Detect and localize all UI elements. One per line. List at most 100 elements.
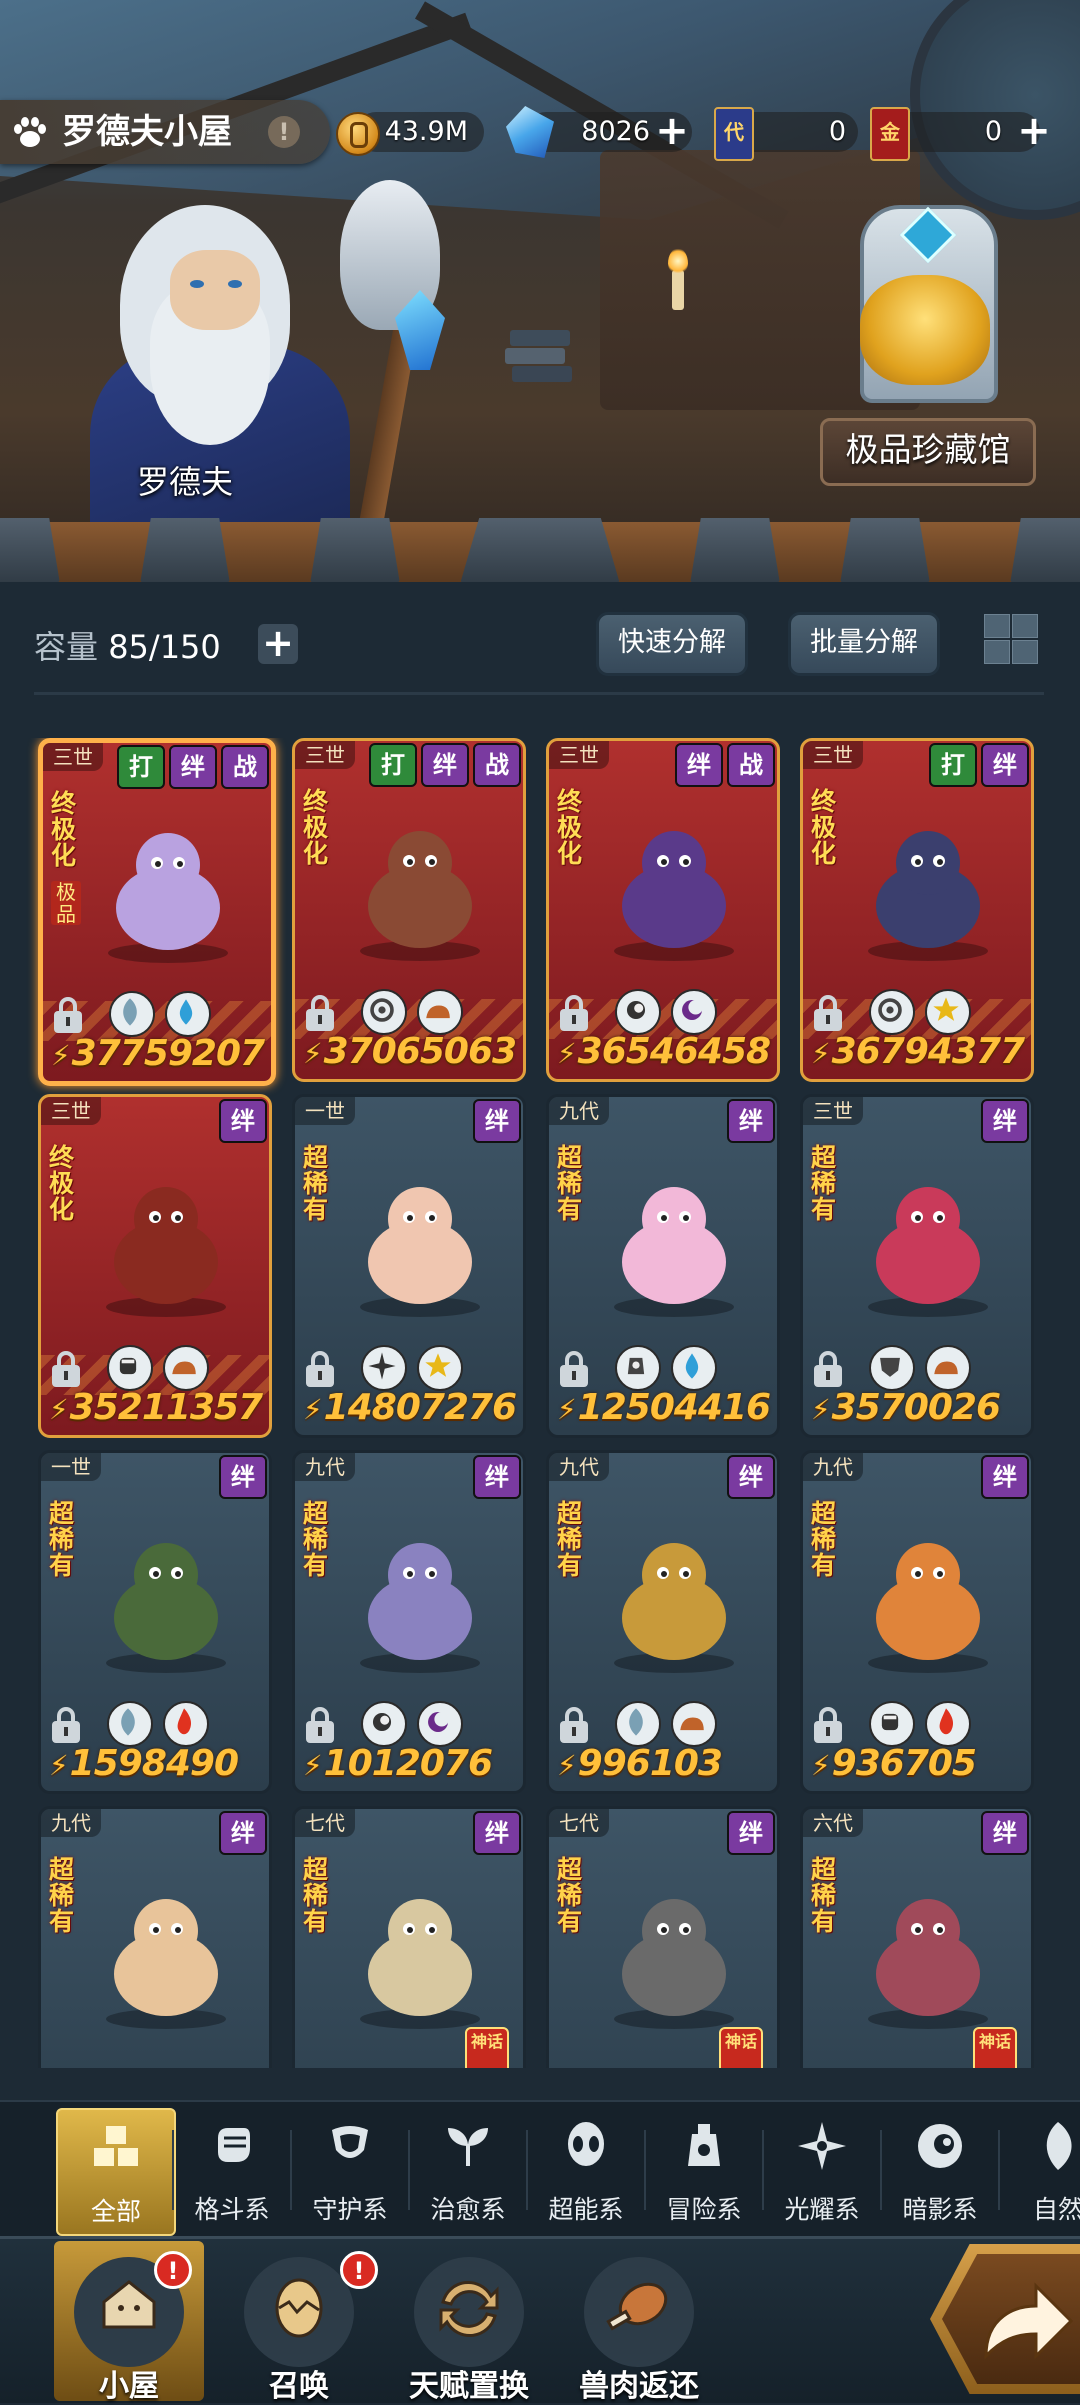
scene-background: 罗德夫 极品珍藏馆 — [0, 0, 1080, 590]
fist-icon — [107, 1345, 153, 1391]
filter-eye[interactable]: 暗影系 — [882, 2108, 998, 2232]
monster-card[interactable]: 六代 绊 超稀有 神话 — [800, 1806, 1034, 2068]
card-tags: 绊 — [981, 1811, 1029, 1855]
filter-all[interactable]: 全部 — [56, 2108, 176, 2236]
lock-icon[interactable] — [49, 1705, 83, 1745]
generation-label: 三世 — [41, 1097, 101, 1125]
lock-icon[interactable] — [557, 993, 591, 1033]
card-tag: 绊 — [981, 1455, 1029, 1499]
grid-view-icon[interactable] — [984, 614, 1040, 666]
monster-card[interactable]: 三世打绊战 终极化 ⚡37065063 — [292, 738, 526, 1082]
generation-label: 三世 — [43, 743, 103, 771]
nav-swap[interactable]: 天赋置换 — [394, 2241, 544, 2404]
lock-icon[interactable] — [303, 1349, 337, 1389]
book — [510, 330, 570, 346]
filter-star[interactable]: 光耀系 — [764, 2108, 880, 2232]
card-tag: 绊 — [981, 1811, 1029, 1855]
combat-power: ⚡1598490 — [49, 1743, 239, 1784]
monster-card[interactable]: 九代 绊 超稀有 ⚡936705 — [800, 1450, 1034, 1794]
card-tags: 绊战 — [675, 743, 775, 787]
monster-card[interactable]: 三世打绊战 终极化 极品 ⚡37759207 — [38, 738, 276, 1086]
card-tags: 绊 — [981, 1455, 1029, 1499]
treasure-hall-button[interactable]: 极品珍藏馆 — [820, 418, 1036, 486]
attribute-icons — [869, 1345, 971, 1391]
leaf-icon — [1046, 2122, 1072, 2170]
location-title-bar: 罗德夫小屋 ! — [0, 100, 330, 164]
filter-shield[interactable]: 守护系 — [292, 2108, 408, 2232]
bottom-navigation: 小屋! 召唤! 天赋置换 兽肉返还 — [0, 2236, 1080, 2404]
monster-card[interactable]: 七代 绊 超稀有 神话 — [546, 1806, 780, 2068]
fire-icon — [163, 1701, 209, 1747]
lock-icon[interactable] — [557, 1349, 591, 1389]
filter-fist[interactable]: 格斗系 — [174, 2108, 290, 2232]
card-tag: 绊 — [421, 743, 469, 787]
monster-card[interactable]: 三世 打绊 终极化 ⚡36794377 — [800, 738, 1034, 1082]
monster-card[interactable]: 九代 绊 超稀有 ⚡1012076 — [292, 1450, 526, 1794]
generation-label: 九代 — [295, 1453, 355, 1481]
monster-portrait — [589, 1157, 759, 1327]
rarity-label: 终极化 — [49, 1143, 75, 1224]
divider-line — [34, 692, 1044, 695]
water-icon — [165, 991, 211, 1037]
lock-icon[interactable] — [811, 993, 845, 1033]
lock-icon[interactable] — [303, 993, 337, 1033]
monster-portrait — [335, 1513, 505, 1683]
rarity-label: 超稀有 — [557, 1143, 583, 1224]
lock-icon[interactable] — [51, 995, 85, 1035]
monster-card[interactable]: 一世 绊 超稀有 ⚡1598490 — [38, 1450, 272, 1794]
filter-divider — [290, 2130, 292, 2210]
filter-sprout[interactable]: 治愈系 — [410, 2108, 526, 2232]
lock-icon[interactable] — [557, 1705, 591, 1745]
rarity-label: 终极化 — [557, 787, 583, 868]
dark-icon — [361, 1701, 407, 1747]
add-crystal-button[interactable]: + — [652, 111, 692, 152]
lock-icon[interactable] — [811, 1705, 845, 1745]
card-tag: 打 — [369, 743, 417, 787]
crystal-resource: 8026 + — [506, 106, 696, 158]
batch-decompose-button[interactable]: 批量分解 — [788, 612, 940, 676]
card-tag: 打 — [117, 745, 165, 789]
monster-card[interactable]: 一世 绊 超稀有 ⚡14807276 — [292, 1094, 526, 1438]
power-icon: ⚡ — [811, 1037, 831, 1070]
shield-icon — [869, 989, 915, 1035]
power-icon: ⚡ — [303, 1037, 323, 1070]
gold-resource: 43.9M — [336, 106, 486, 158]
dai-ticket-count: 0 — [828, 116, 846, 147]
add-jin-ticket-button[interactable]: + — [1014, 111, 1054, 152]
info-icon[interactable]: ! — [268, 116, 300, 148]
nav-egg[interactable]: 召唤! — [224, 2241, 378, 2404]
lock-icon[interactable] — [49, 1349, 83, 1389]
quick-decompose-button[interactable]: 快速分解 — [596, 612, 748, 676]
monster-card[interactable]: 三世 绊战 终极化 ⚡36546458 — [546, 738, 780, 1082]
monster-card[interactable]: 九代 绊 超稀有 ⚡996103 — [546, 1450, 780, 1794]
generation-label: 九代 — [803, 1453, 863, 1481]
monster-card[interactable]: 三世 绊 终极化 ⚡35211357 — [38, 1094, 272, 1438]
generation-label: 九代 — [41, 1809, 101, 1837]
monster-card[interactable]: 七代 绊 超稀有 神话 — [292, 1806, 526, 2068]
lock-icon[interactable] — [811, 1349, 845, 1389]
lock-icon[interactable] — [303, 1705, 337, 1745]
filter-label: 自然 — [1032, 2195, 1080, 2224]
rarity-label: 超稀有 — [303, 1855, 329, 1936]
monster-card[interactable]: 九代 绊 超稀有 — [38, 1806, 272, 2068]
card-tag: 战 — [221, 745, 269, 789]
monster-card[interactable]: 九代 绊 超稀有 ⚡12504416 — [546, 1094, 780, 1438]
expand-capacity-button[interactable]: + — [258, 624, 298, 664]
card-tags: 绊 — [727, 1455, 775, 1499]
attribute-icons — [615, 1345, 717, 1391]
combat-power: ⚡12504416 — [557, 1387, 771, 1428]
filter-lantern[interactable]: 冒险系 — [646, 2108, 762, 2232]
light-icon — [925, 989, 971, 1035]
monster-card[interactable]: 三世 绊 超稀有 ⚡3570026 — [800, 1094, 1034, 1438]
nav-house[interactable]: 小屋! — [54, 2241, 204, 2404]
power-icon: ⚡ — [51, 1039, 71, 1072]
filter-leaf[interactable]: 自然 — [1000, 2108, 1080, 2232]
monster-portrait — [335, 1157, 505, 1327]
nav-meat[interactable]: 兽肉返还 — [564, 2241, 714, 2404]
star-icon — [798, 2122, 846, 2170]
rarity-label: 超稀有 — [811, 1855, 837, 1936]
book — [512, 366, 572, 382]
generation-label: 一世 — [41, 1453, 101, 1481]
filter-alien[interactable]: 超能系 — [528, 2108, 644, 2232]
rarity-label: 超稀有 — [49, 1855, 75, 1936]
